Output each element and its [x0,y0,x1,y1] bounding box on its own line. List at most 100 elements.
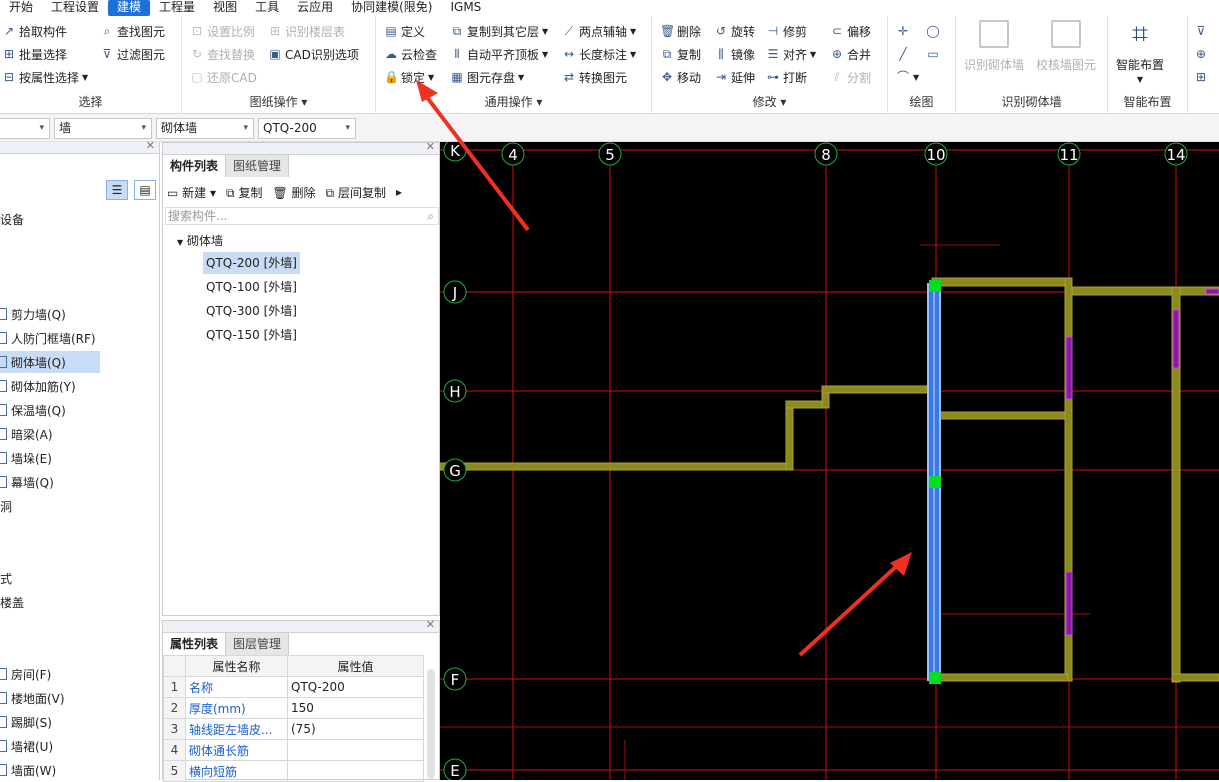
nav-item2-2[interactable]: 踢脚(S) [0,711,52,733]
split-button[interactable]: ⫽ 分割 [830,67,871,87]
copy-button[interactable]: ⧉ 复制 [660,44,701,64]
menu-item-2[interactable]: 建模 [108,0,151,16]
circle-tool-button[interactable]: ◯ [926,21,940,41]
filter-element-button[interactable]: ⊽ 过滤图元 [100,44,165,64]
menu-item-6[interactable]: 云应用 [288,0,342,16]
property-value[interactable]: 150 [287,697,424,719]
component-item-1[interactable]: QTQ-100 [外墙] [203,276,300,298]
new-button[interactable]: ▭ 新建 ▾ [167,184,216,201]
cloud-check-button[interactable]: ☁ 云检查 [384,44,437,64]
recognize-floor-table-button[interactable]: ⊞ 识别楼层表 [268,21,345,41]
smart-layout-button[interactable]: ⌗ 智能布置 ▼ [1116,20,1164,85]
nav-item-3[interactable]: 砌体加筋(Y) [0,375,76,397]
property-row[interactable]: 4 砌体通长筋 [163,739,424,761]
nav-item-4[interactable]: 保温墙(Q) [0,399,66,421]
nav-item-0[interactable]: 剪力墙(Q) [0,303,66,325]
component-search-input[interactable]: 搜索构件... ⌕ [165,207,439,225]
check-wall-button[interactable]: 校核墙图元 [1036,20,1096,73]
tab-layer-manage[interactable]: 图层管理 [226,633,290,655]
nav-item2-3[interactable]: 墙裙(U) [0,735,53,757]
wall-segment[interactable] [821,385,933,394]
wall-segment[interactable] [785,400,825,409]
property-row[interactable]: 3 轴线距左墙皮... (75) [163,718,424,740]
close-icon[interactable]: ✕ [426,140,435,153]
extend-button[interactable]: ⇥ 延伸 [714,67,755,87]
close-icon[interactable]: ✕ [426,618,435,631]
tab-property-list[interactable]: 属性列表 [163,633,227,655]
recognize-wall-button[interactable]: 识别砌体墙 [964,20,1024,73]
set-scale-button[interactable]: ⊡ 设置比例 [190,21,255,41]
nav-item-1[interactable]: 人防门框墙(RF) [0,327,96,349]
more-icon[interactable]: ▸ [396,185,402,199]
lock-button[interactable]: 🔒 锁定 ▼ [384,67,434,87]
move-button[interactable]: ✥ 移动 [660,67,701,87]
property-row[interactable]: 5 横向短筋 [163,760,424,782]
wall-group[interactable] [440,277,1219,683]
copy-to-other-layer-button[interactable]: ⧉ 复制到其它层 ▼ [450,21,548,41]
two-point-axis-button[interactable]: ⟋ 两点辅轴 ▼ [562,21,636,41]
nav-fragment-device[interactable]: 设备 [0,208,24,230]
window-segment[interactable] [1205,288,1219,295]
select-by-attr-button[interactable]: ⊟ 按属性选择 ▼ [2,67,88,87]
wall-segment[interactable] [440,462,791,471]
window-segment[interactable] [1065,336,1073,400]
component-select[interactable]: QTQ-200 ▾ [258,118,356,139]
menu-item-1[interactable]: 工程设置 [42,0,108,16]
overflow-icon-3[interactable]: ⊞ [1194,67,1208,87]
category-select[interactable]: 墙 ▾ [54,118,152,139]
nav-item2-0[interactable]: 房间(F) [0,663,51,685]
find-replace-button[interactable]: ↻ 查找替换 [190,44,255,64]
component-item-3[interactable]: QTQ-150 [外墙] [203,324,300,346]
offset-button[interactable]: ⊂ 偏移 [830,21,871,41]
wall-segment[interactable] [1067,286,1219,296]
wall-segment[interactable] [785,400,794,471]
nav-item-2[interactable]: 砌体墙(Q) [0,351,100,373]
component-item-0[interactable]: QTQ-200 [外墙] [203,252,300,274]
floor-select[interactable]: ▾ [0,118,50,139]
close-icon[interactable]: ✕ [146,139,155,152]
point-tool-button[interactable]: ✛ [896,21,910,41]
overflow-icon-2[interactable]: ⊕ [1194,44,1208,64]
menu-item-7[interactable]: 协同建模(限免) [342,0,441,16]
tab-drawing-manage[interactable]: 图纸管理 [226,155,290,177]
wall-segment[interactable] [939,411,1069,420]
grip-handle[interactable] [929,280,941,292]
nav-item2-1[interactable]: 楼地面(V) [0,687,65,709]
property-row[interactable]: 2 厚度(mm) 150 [163,697,424,719]
nav-item-7[interactable]: 幕墙(Q) [0,471,54,493]
grip-handle[interactable] [929,672,941,684]
window-segment[interactable] [1065,571,1073,636]
rotate-button[interactable]: ↺ 旋转 [714,21,755,41]
menu-item-0[interactable]: 开始 [0,0,42,16]
property-row[interactable]: 1 名称 QTQ-200 [163,676,424,698]
mirror-button[interactable]: ⫼ 镜像 [714,44,755,64]
drawing-canvas[interactable]: 4 5 8 10 11 14 K J H G F E [440,142,1219,780]
delete-button[interactable]: 🗑 删除 [272,184,315,201]
copy-button[interactable]: ⧉ 复制 [226,184,262,201]
nav-fragment-floor-cover[interactable]: 楼盖 [0,591,24,613]
restore-cad-button[interactable]: ▢ 还原CAD [190,67,257,87]
nav-fragment-hole[interactable]: 洞 [0,495,12,517]
overflow-icon-1[interactable]: ⊽ [1194,21,1208,41]
length-dimension-button[interactable]: ↔ 长度标注 ▼ [562,44,636,64]
property-value[interactable] [287,760,424,782]
component-item-2[interactable]: QTQ-300 [外墙] [203,300,300,322]
type-select[interactable]: 砌体墙 ▾ [156,118,254,139]
line-tool-button[interactable]: ╱ [896,44,910,64]
define-button[interactable]: ▤ 定义 [384,21,425,41]
auto-align-slab-button[interactable]: ⫴ 自动平齐顶板 ▼ [450,44,548,64]
detail-view-icon[interactable]: ▤ [134,180,156,200]
batch-select-button[interactable]: ⊞ 批量选择 [2,44,67,64]
cad-drawing[interactable]: 4 5 8 10 11 14 K J H G F E [440,142,1219,780]
menu-item-3[interactable]: 工程量 [150,0,204,16]
merge-button[interactable]: ⊕ 合并 [830,44,871,64]
wall-segment[interactable] [1171,673,1219,682]
find-element-button[interactable]: ⌕ 查找图元 [100,21,165,41]
property-scrollbar[interactable] [427,669,435,779]
wall-segment[interactable] [931,673,1069,682]
break-button[interactable]: ⊶ 打断 [766,67,807,87]
trim-button[interactable]: ⊣ 修剪 [766,21,807,41]
tab-component-list[interactable]: 构件列表 [163,155,227,177]
delete-button[interactable]: 🗑 删除 [660,21,701,41]
pick-component-button[interactable]: ↗ 拾取构件 [2,21,67,41]
